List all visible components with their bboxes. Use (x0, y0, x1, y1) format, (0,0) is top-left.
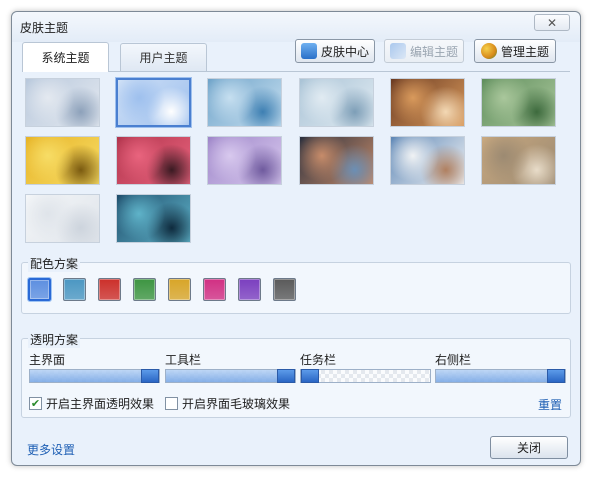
skin-center-icon (300, 43, 317, 59)
close-button[interactable]: 关闭 (490, 436, 568, 459)
color-swatch-gold[interactable] (168, 278, 191, 301)
theme-thumbnail[interactable] (207, 136, 282, 185)
tab-system-themes[interactable]: 系统主题 (22, 42, 109, 72)
color-swatch-dark[interactable] (273, 278, 296, 301)
reset-link[interactable]: 重置 (538, 396, 562, 413)
tab-label: 用户主题 (139, 51, 188, 65)
theme-thumbnail[interactable] (25, 136, 100, 185)
slider-fill (436, 370, 565, 382)
slider-knob[interactable] (301, 369, 319, 383)
color-scheme-label: 配色方案 (28, 255, 81, 272)
theme-thumbnail[interactable] (25, 78, 100, 127)
slider-label: 工具栏 (165, 353, 202, 367)
transparency-label: 透明方案 (28, 331, 81, 348)
transparency-slider[interactable] (29, 369, 160, 383)
tab-label: 系统主题 (41, 51, 90, 65)
slider-label: 右侧栏 (435, 353, 472, 367)
manage-theme-button[interactable]: 管理主题 (474, 39, 556, 63)
color-swatch-pink[interactable] (203, 278, 226, 301)
dialog-title: 皮肤主题 (20, 21, 69, 35)
main-transparency-checkbox[interactable]: ✔ (29, 397, 42, 410)
close-icon: ✕ (546, 15, 558, 30)
manage-theme-label: 管理主题 (500, 44, 549, 59)
slider-fill (166, 370, 295, 382)
more-settings-link[interactable]: 更多设置 (27, 441, 75, 458)
theme-thumbnail[interactable] (207, 78, 282, 127)
color-swatch-red[interactable] (98, 278, 121, 301)
color-swatch-blue[interactable] (27, 277, 52, 302)
tab-user-themes[interactable]: 用户主题 (120, 43, 207, 71)
frosted-glass-checkbox[interactable] (165, 397, 178, 410)
theme-thumbnail[interactable] (116, 194, 191, 243)
brush-icon (389, 43, 406, 59)
color-swatch-green[interactable] (133, 278, 156, 301)
theme-thumbnail[interactable] (481, 136, 556, 185)
color-swatch-teal[interactable] (63, 278, 86, 301)
skin-center-label: 皮肤中心 (320, 44, 369, 59)
skin-theme-dialog: 皮肤主题 ✕ 系统主题 用户主题 皮肤中心 编辑主题 管理主题 配色方案 透明方… (11, 11, 581, 466)
transparency-group: 透明方案 主界面 工具栏 任务栏 右侧栏 ✔ 开启主界面透明效果 开启界面毛玻璃效果 … (21, 331, 571, 418)
close-button-label: 关闭 (516, 441, 541, 455)
main-transparency-option[interactable]: ✔ 开启主界面透明效果 (29, 395, 154, 412)
edit-theme-button[interactable]: 编辑主题 (384, 39, 464, 63)
slider-knob[interactable] (277, 369, 295, 383)
theme-thumbnail[interactable] (390, 136, 465, 185)
frosted-glass-option[interactable]: 开启界面毛玻璃效果 (165, 395, 290, 412)
theme-thumbnail[interactable] (116, 136, 191, 185)
theme-thumbnail[interactable] (116, 78, 191, 127)
theme-thumbnail[interactable] (299, 78, 374, 127)
transparency-slider[interactable] (300, 369, 431, 383)
slider-knob[interactable] (141, 369, 159, 383)
edit-theme-label: 编辑主题 (409, 44, 458, 59)
palette-icon (480, 43, 497, 59)
skin-center-button[interactable]: 皮肤中心 (295, 39, 375, 63)
theme-thumbnail[interactable] (299, 136, 374, 185)
color-swatch-purple[interactable] (238, 278, 261, 301)
option-label: 开启界面毛玻璃效果 (182, 397, 291, 411)
color-scheme-group: 配色方案 (21, 255, 571, 314)
slider-label: 主界面 (29, 353, 66, 367)
slider-knob[interactable] (547, 369, 565, 383)
transparency-slider[interactable] (435, 369, 566, 383)
slider-label: 任务栏 (300, 353, 337, 367)
slider-fill (30, 370, 159, 382)
theme-thumbnail[interactable] (25, 194, 100, 243)
transparency-slider[interactable] (165, 369, 296, 383)
theme-thumbnail[interactable] (390, 78, 465, 127)
close-window-button[interactable]: ✕ (534, 14, 570, 31)
title-bar: 皮肤主题 ✕ (12, 12, 580, 42)
option-label: 开启主界面透明效果 (46, 397, 155, 411)
theme-thumbnail[interactable] (481, 78, 556, 127)
